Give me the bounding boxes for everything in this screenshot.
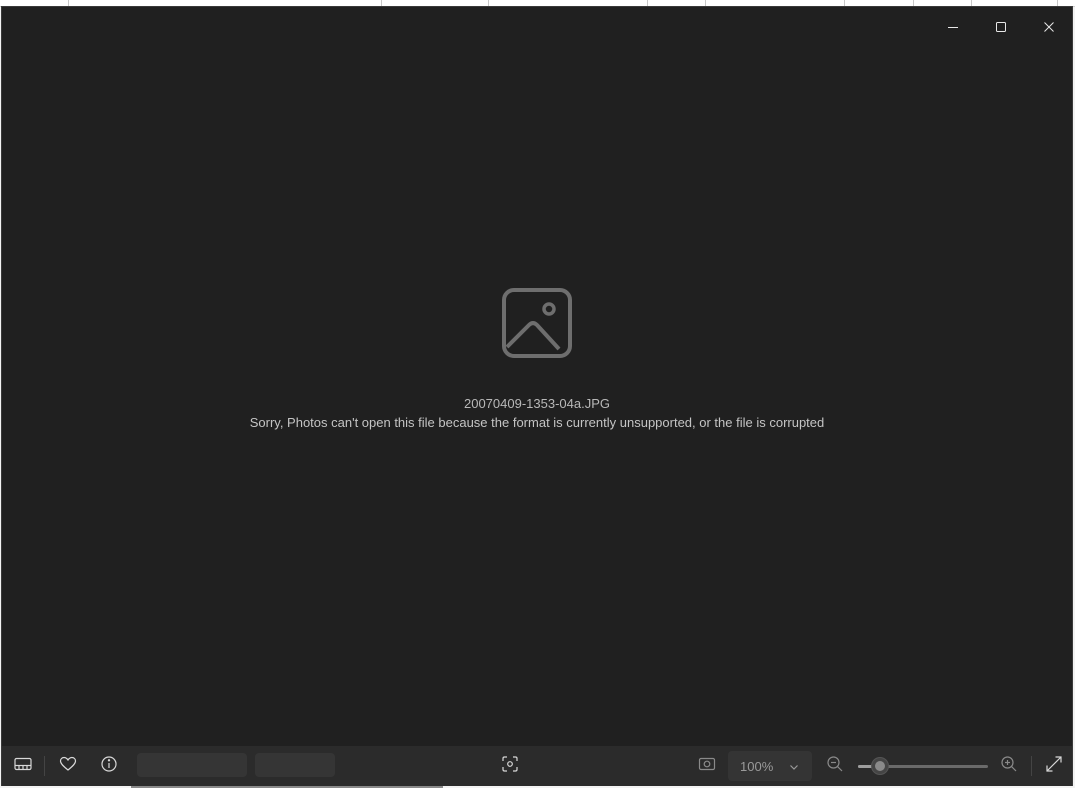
edit-button-placeholder[interactable] [137,753,247,777]
zoom-level-value: 100% [740,758,774,774]
zoom-slider-thumb[interactable] [871,757,890,775]
minimize-icon [947,20,959,38]
separator [44,756,45,776]
bottom-toolbar: 100% [2,746,1072,786]
fullscreen-button[interactable] [1040,752,1068,780]
broken-image-icon [502,288,572,358]
info-button[interactable] [95,752,123,780]
maximize-button[interactable] [977,7,1025,51]
actual-size-button[interactable] [693,752,721,780]
maximize-icon [995,20,1007,38]
favorite-button[interactable] [54,752,82,780]
filmstrip-icon [13,756,33,777]
fullscreen-icon [1045,755,1063,778]
info-icon [100,755,118,778]
zoom-out-icon [826,755,844,778]
filmstrip-button[interactable] [10,752,36,780]
separator [1031,756,1032,776]
error-message: Sorry, Photos can't open this file becau… [249,415,825,430]
close-icon [1043,20,1055,38]
scan-icon [501,755,519,778]
actual-size-icon [698,756,716,777]
zoom-in-button[interactable] [996,752,1022,780]
scan-button[interactable] [496,752,524,780]
error-panel: 20070409-1353-04a.JPG Sorry, Photos can'… [2,287,1072,432]
title-bar[interactable] [2,7,1072,51]
action-button-placeholder[interactable] [255,753,335,777]
zoom-level-dropdown[interactable]: 100% [728,751,812,781]
zoom-in-icon [1000,755,1018,778]
heart-icon [59,756,77,777]
photos-window: 20070409-1353-04a.JPG Sorry, Photos can'… [1,6,1073,786]
minimize-button[interactable] [929,7,977,51]
zoom-out-button[interactable] [822,752,848,780]
close-button[interactable] [1025,7,1073,51]
file-name: 20070409-1353-04a.JPG [463,396,610,411]
chevron-down-icon [788,760,800,778]
